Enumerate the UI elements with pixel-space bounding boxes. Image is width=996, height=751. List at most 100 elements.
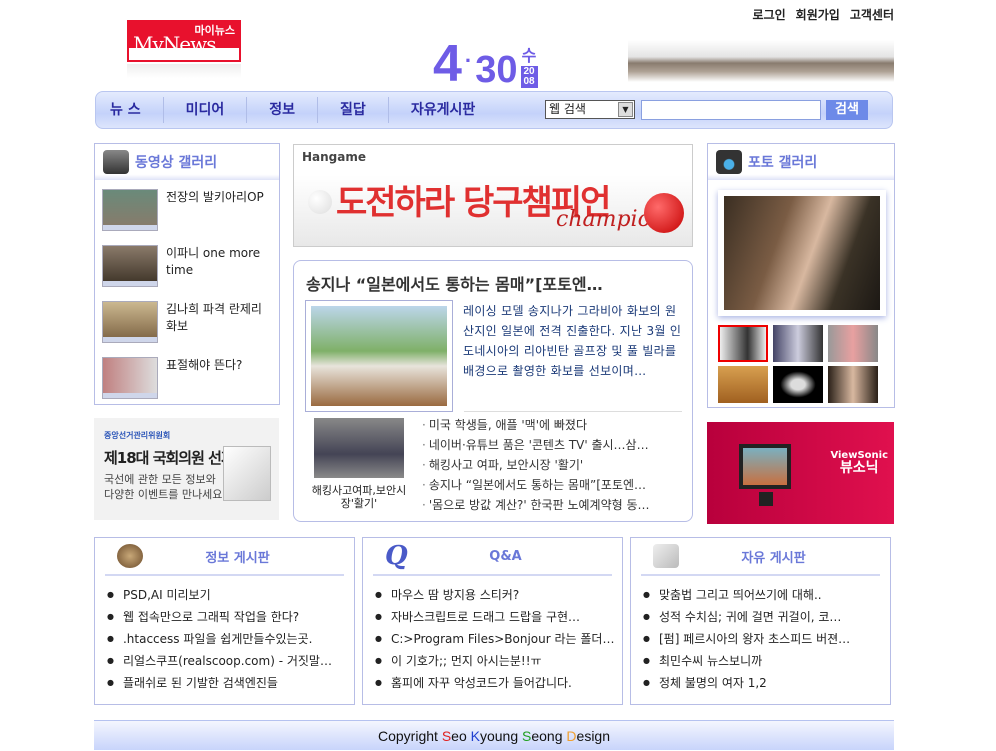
video-gallery-title: 동영상 갤러리: [135, 155, 218, 171]
board-item[interactable]: 플래쉬로 된 기발한 검색엔진들: [107, 672, 354, 694]
nav-media[interactable]: 미디어: [164, 97, 248, 123]
search-scope-select[interactable]: 웹 검색 ▼: [545, 100, 635, 119]
board-title[interactable]: Q&A: [411, 549, 600, 564]
login-link[interactable]: 로그인: [753, 6, 786, 23]
photo-thumb-selected[interactable]: [718, 325, 768, 362]
news-summary[interactable]: 레이싱 모델 송지나가 그라비아 화보의 원산지인 일본에 전격 진출한다. 지…: [463, 301, 685, 381]
viewsonic-logo: ViewSonic 뷰소닉: [830, 450, 888, 476]
date-side: 수 20 08: [520, 42, 538, 88]
chevron-down-icon: ▼: [618, 102, 633, 117]
board-item[interactable]: 마우스 땀 방지용 스티커?: [375, 584, 622, 606]
board-item[interactable]: [펌] 페르시아의 왕자 초스피드 버젼…: [643, 628, 890, 650]
photo-thumb[interactable]: [828, 366, 878, 403]
video-thumbnail[interactable]: [102, 245, 158, 287]
board-item[interactable]: 이 기호가;; 먼지 아시는분!!ㅠ: [375, 650, 622, 672]
viewsonic-ad[interactable]: ViewSonic 뷰소닉: [707, 422, 894, 524]
photo-thumb[interactable]: [828, 325, 878, 362]
logo-en: MyNews: [133, 32, 216, 56]
board-title[interactable]: 자유 게시판: [679, 547, 868, 566]
news-item[interactable]: '몸으로 방값 계산?' 한국판 노예계약형 동…: [422, 495, 650, 515]
photo-gallery-header: 포토 갤러리: [708, 144, 894, 183]
footer-copyright: Copyright Seo Kyoung Seong Design: [94, 720, 894, 750]
photo-gallery: 포토 갤러리: [707, 143, 895, 408]
photo-main[interactable]: [718, 190, 886, 316]
video-item[interactable]: 전장의 발키아리OP: [102, 189, 273, 239]
board-list: PSD,AI 미리보기 웹 접속만으로 그래픽 작업을 한다? .htacces…: [95, 576, 354, 694]
monitor-image: [739, 444, 791, 489]
board-item[interactable]: 성적 수치심; 귀에 걸면 귀걸이, 코…: [643, 606, 890, 628]
video-item[interactable]: 이파니 one more time: [102, 245, 273, 295]
news-main-image[interactable]: [305, 300, 453, 412]
board-item[interactable]: 리얼스쿠프(realscoop.com) - 거짓말…: [107, 650, 354, 672]
word-esign: esign: [576, 728, 610, 744]
photo-thumb[interactable]: [718, 366, 768, 403]
video-thumbnail[interactable]: [102, 301, 158, 343]
board-header: 정보 게시판: [105, 538, 344, 576]
video-title[interactable]: 표절해야 뜬다?: [166, 357, 242, 407]
nav-qna[interactable]: 질답: [318, 97, 389, 123]
signup-link[interactable]: 회원가입: [796, 6, 840, 23]
top-links: 로그인 회원가입 고객센터: [753, 6, 894, 23]
board-item[interactable]: 홈피에 자꾸 악성코드가 들어갑니다.: [375, 672, 622, 694]
board-title[interactable]: 정보 게시판: [143, 547, 332, 566]
board-list: 맞춤법 그리고 띄어쓰기에 대해.. 성적 수치심; 귀에 걸면 귀걸이, 코……: [631, 576, 890, 694]
search-input[interactable]: [641, 100, 821, 120]
logo[interactable]: 마이뉴스 MyNews: [127, 20, 241, 62]
video-title[interactable]: 전장의 발키아리OP: [166, 189, 264, 239]
ballot-box-icon: [223, 446, 271, 501]
video-thumbnail[interactable]: [102, 189, 158, 231]
photo-thumb[interactable]: [773, 366, 823, 403]
board-item[interactable]: PSD,AI 미리보기: [107, 584, 354, 606]
word-eo: eo: [451, 728, 471, 744]
customer-center-link[interactable]: 고객센터: [850, 6, 894, 23]
video-title[interactable]: 이파니 one more time: [166, 245, 273, 295]
video-item[interactable]: 김나희 파격 란제리 화보: [102, 301, 273, 351]
initial-s2: S: [522, 728, 532, 744]
news-item[interactable]: 해킹사고 여파, 보안시장 '활기': [422, 455, 650, 475]
news-sub-image[interactable]: [314, 418, 404, 478]
billiard-ball-icon: [644, 193, 684, 233]
word-young: young: [479, 728, 523, 744]
date-day: 30: [475, 49, 518, 91]
video-gallery: 동영상 갤러리 전장의 발키아리OP 이파니 one more time 김나희…: [94, 143, 280, 405]
board-item[interactable]: C:>Program Files>Bonjour 라는 폴더…: [375, 628, 622, 650]
board-item[interactable]: 정체 불명의 여자 1,2: [643, 672, 890, 694]
news-sub-caption[interactable]: 해킹사고여파,보안시장'활기': [310, 484, 408, 510]
divider: [464, 411, 682, 412]
board-item[interactable]: 최민수씨 뉴스보니까: [643, 650, 890, 672]
brand-kr: 뷰소닉: [839, 460, 879, 476]
search-scope-value: 웹 검색: [549, 102, 586, 116]
board-item[interactable]: 맞춤법 그리고 띄어쓰기에 대해..: [643, 584, 890, 606]
search-button[interactable]: 검색: [826, 100, 868, 120]
copyright-prefix: Copyright: [378, 728, 442, 744]
election-ad[interactable]: 중앙선거관리위원회 제18대 국회의원 선거 국선에 관한 모든 정보와 다양한…: [94, 418, 279, 520]
nav-free-board[interactable]: 자유게시판: [389, 97, 497, 123]
news-item[interactable]: 송지나 “일본에서도 통하는 몸매”[포토엔…: [422, 475, 650, 495]
date-weekday: 수: [521, 48, 537, 65]
board-item[interactable]: 자바스크립트로 드래그 드랍을 구현…: [375, 606, 622, 628]
nav-info[interactable]: 정보: [247, 97, 319, 123]
banner-brand: Hangame: [302, 150, 367, 164]
info-board: 정보 게시판 PSD,AI 미리보기 웹 접속만으로 그래픽 작업을 한다? .…: [94, 537, 355, 705]
photo-thumbnails: [718, 325, 878, 403]
video-thumbnail[interactable]: [102, 357, 158, 399]
board-list: 마우스 땀 방지용 스티커? 자바스크립트로 드래그 드랍을 구현… C:>Pr…: [363, 576, 622, 694]
nav-news[interactable]: 뉴 스: [96, 97, 164, 123]
news-item[interactable]: 네이버·유튜브 품은 '콘텐츠 TV' 출시…삼…: [422, 435, 650, 455]
board-header: 자유 게시판: [641, 538, 880, 576]
video-gallery-header: 동영상 갤러리: [95, 144, 279, 183]
photo-thumb[interactable]: [773, 325, 823, 362]
video-item[interactable]: 표절해야 뜬다?: [102, 357, 273, 407]
news-item[interactable]: 미국 학생들, 애플 '맥'에 빠졌다: [422, 415, 650, 435]
hangame-banner[interactable]: Hangame 도전하라 당구챔피언 champion: [293, 144, 693, 247]
scroll-quill-icon: [653, 544, 679, 568]
news-headline[interactable]: 송지나 “일본에서도 통하는 몸매”[포토엔…: [306, 271, 603, 295]
initial-d: D: [566, 728, 577, 744]
date-month: 4: [433, 35, 462, 93]
board-item[interactable]: 웹 접속만으로 그래픽 작업을 한다?: [107, 606, 354, 628]
free-board: 자유 게시판 맞춤법 그리고 띄어쓰기에 대해.. 성적 수치심; 귀에 걸면 …: [630, 537, 891, 705]
camera-icon: [716, 150, 742, 174]
video-title[interactable]: 김나희 파격 란제리 화보: [166, 301, 273, 351]
board-item[interactable]: .htaccess 파일을 쉽게만들수있는곳.: [107, 628, 354, 650]
election-org: 중앙선거관리위원회: [104, 431, 171, 440]
